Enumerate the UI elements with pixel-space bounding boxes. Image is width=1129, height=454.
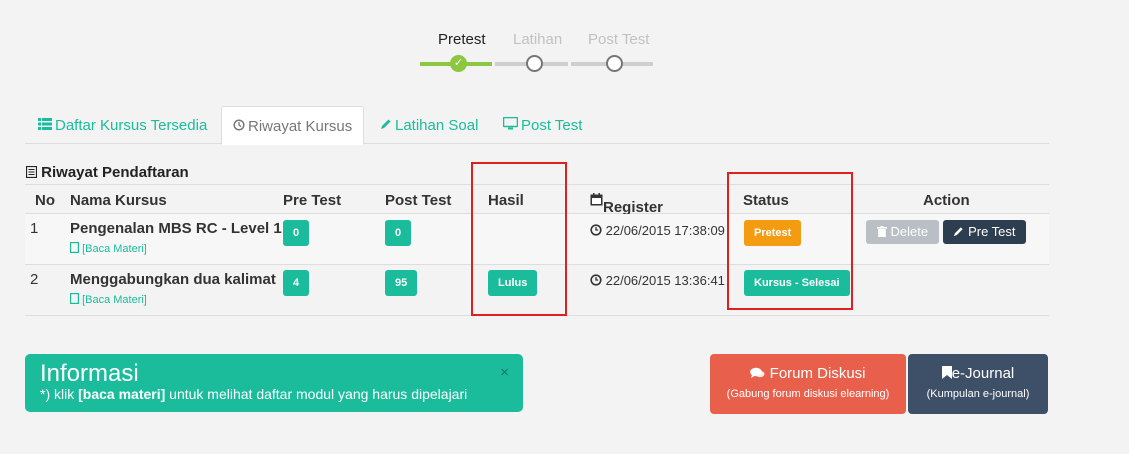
pencil-icon [954, 227, 964, 237]
info-alert: Informasi *) klik [baca materi] untuk me… [25, 354, 523, 412]
posttest-score-badge: 0 [385, 220, 412, 246]
pretest-score-badge: 4 [283, 270, 310, 296]
highlight-box-status [727, 172, 853, 310]
baca-materi-link[interactable]: [Baca Materi] [70, 242, 147, 255]
step-label-latihan: Latihan [513, 31, 563, 48]
step-circle-post-test [606, 55, 623, 72]
monitor-icon [502, 116, 519, 133]
forum-diskusi-button[interactable]: Forum Diskusi (Gabung forum diskusi elea… [710, 354, 906, 414]
tab-post-test[interactable]: Post Test [502, 106, 583, 144]
tab-label: Latihan Soal [395, 117, 479, 134]
course-tabs: Daftar Kursus Tersedia Riwayat Kursus La… [25, 106, 1049, 145]
book-icon [70, 293, 80, 305]
tab-label: Daftar Kursus Tersedia [55, 117, 208, 134]
delete-button[interactable]: Delete [866, 220, 939, 244]
col-pre-test: Pre Test [283, 192, 342, 209]
baca-materi-link[interactable]: [Baca Materi] [70, 293, 147, 306]
course-name: Menggabungkan dua kalimat [70, 271, 276, 288]
forum-diskusi-label: Forum Diskusi [710, 365, 906, 382]
col-nama-kursus: Nama Kursus [70, 192, 167, 209]
comments-icon [750, 367, 765, 378]
posttest-score-badge: 95 [385, 270, 418, 296]
list-icon [38, 118, 52, 133]
e-journal-label: e-Journal [908, 365, 1048, 382]
pencil-icon [380, 118, 392, 133]
info-text: *) klik [baca materi] untuk melihat daft… [40, 386, 468, 402]
pre-test-button[interactable]: Pre Test [943, 220, 1026, 244]
pretest-score-badge: 0 [283, 220, 310, 246]
highlight-box-hasil [471, 162, 567, 316]
step-label-pretest: Pretest [438, 31, 486, 48]
col-register: Register [590, 192, 663, 216]
info-title: Informasi [40, 360, 139, 387]
history-icon [233, 119, 245, 134]
col-no: No [35, 192, 55, 209]
step-label-post-test: Post Test [588, 31, 650, 48]
clock-icon [590, 224, 602, 236]
section-title-text: Riwayat Pendaftaran [41, 164, 189, 181]
e-journal-sub: (Kumpulan e-journal) [926, 388, 1030, 400]
register-date: 22/06/2015 17:38:09 [590, 223, 725, 238]
col-action: Action [923, 192, 970, 209]
list-alt-icon [25, 164, 41, 181]
clock-icon [590, 274, 602, 286]
course-name: Pengenalan MBS RC - Level 1 [70, 220, 282, 237]
book-icon [70, 242, 80, 254]
tab-label: Riwayat Kursus [248, 118, 353, 135]
tab-riwayat-kursus[interactable]: Riwayat Kursus [221, 106, 365, 145]
step-circle-latihan [526, 55, 543, 72]
forum-diskusi-sub: (Gabung forum diskusi elearning) [726, 388, 890, 400]
col-post-test: Post Test [385, 192, 452, 209]
bookmark-icon [941, 366, 952, 379]
close-icon[interactable]: × [500, 364, 509, 381]
tab-daftar-kursus[interactable]: Daftar Kursus Tersedia [38, 106, 207, 144]
e-journal-button[interactable]: e-Journal (Kumpulan e-journal) [908, 354, 1048, 414]
tab-label: Post Test [521, 117, 583, 134]
calendar-icon [590, 193, 603, 206]
trash-icon [876, 226, 887, 237]
section-title: Riwayat Pendaftaran [25, 164, 189, 181]
check-icon: ✓ [450, 55, 467, 72]
row-no: 1 [30, 220, 39, 237]
row-no: 2 [30, 271, 39, 288]
tab-latihan-soal[interactable]: Latihan Soal [380, 106, 478, 144]
register-date: 22/06/2015 13:36:41 [590, 273, 725, 288]
